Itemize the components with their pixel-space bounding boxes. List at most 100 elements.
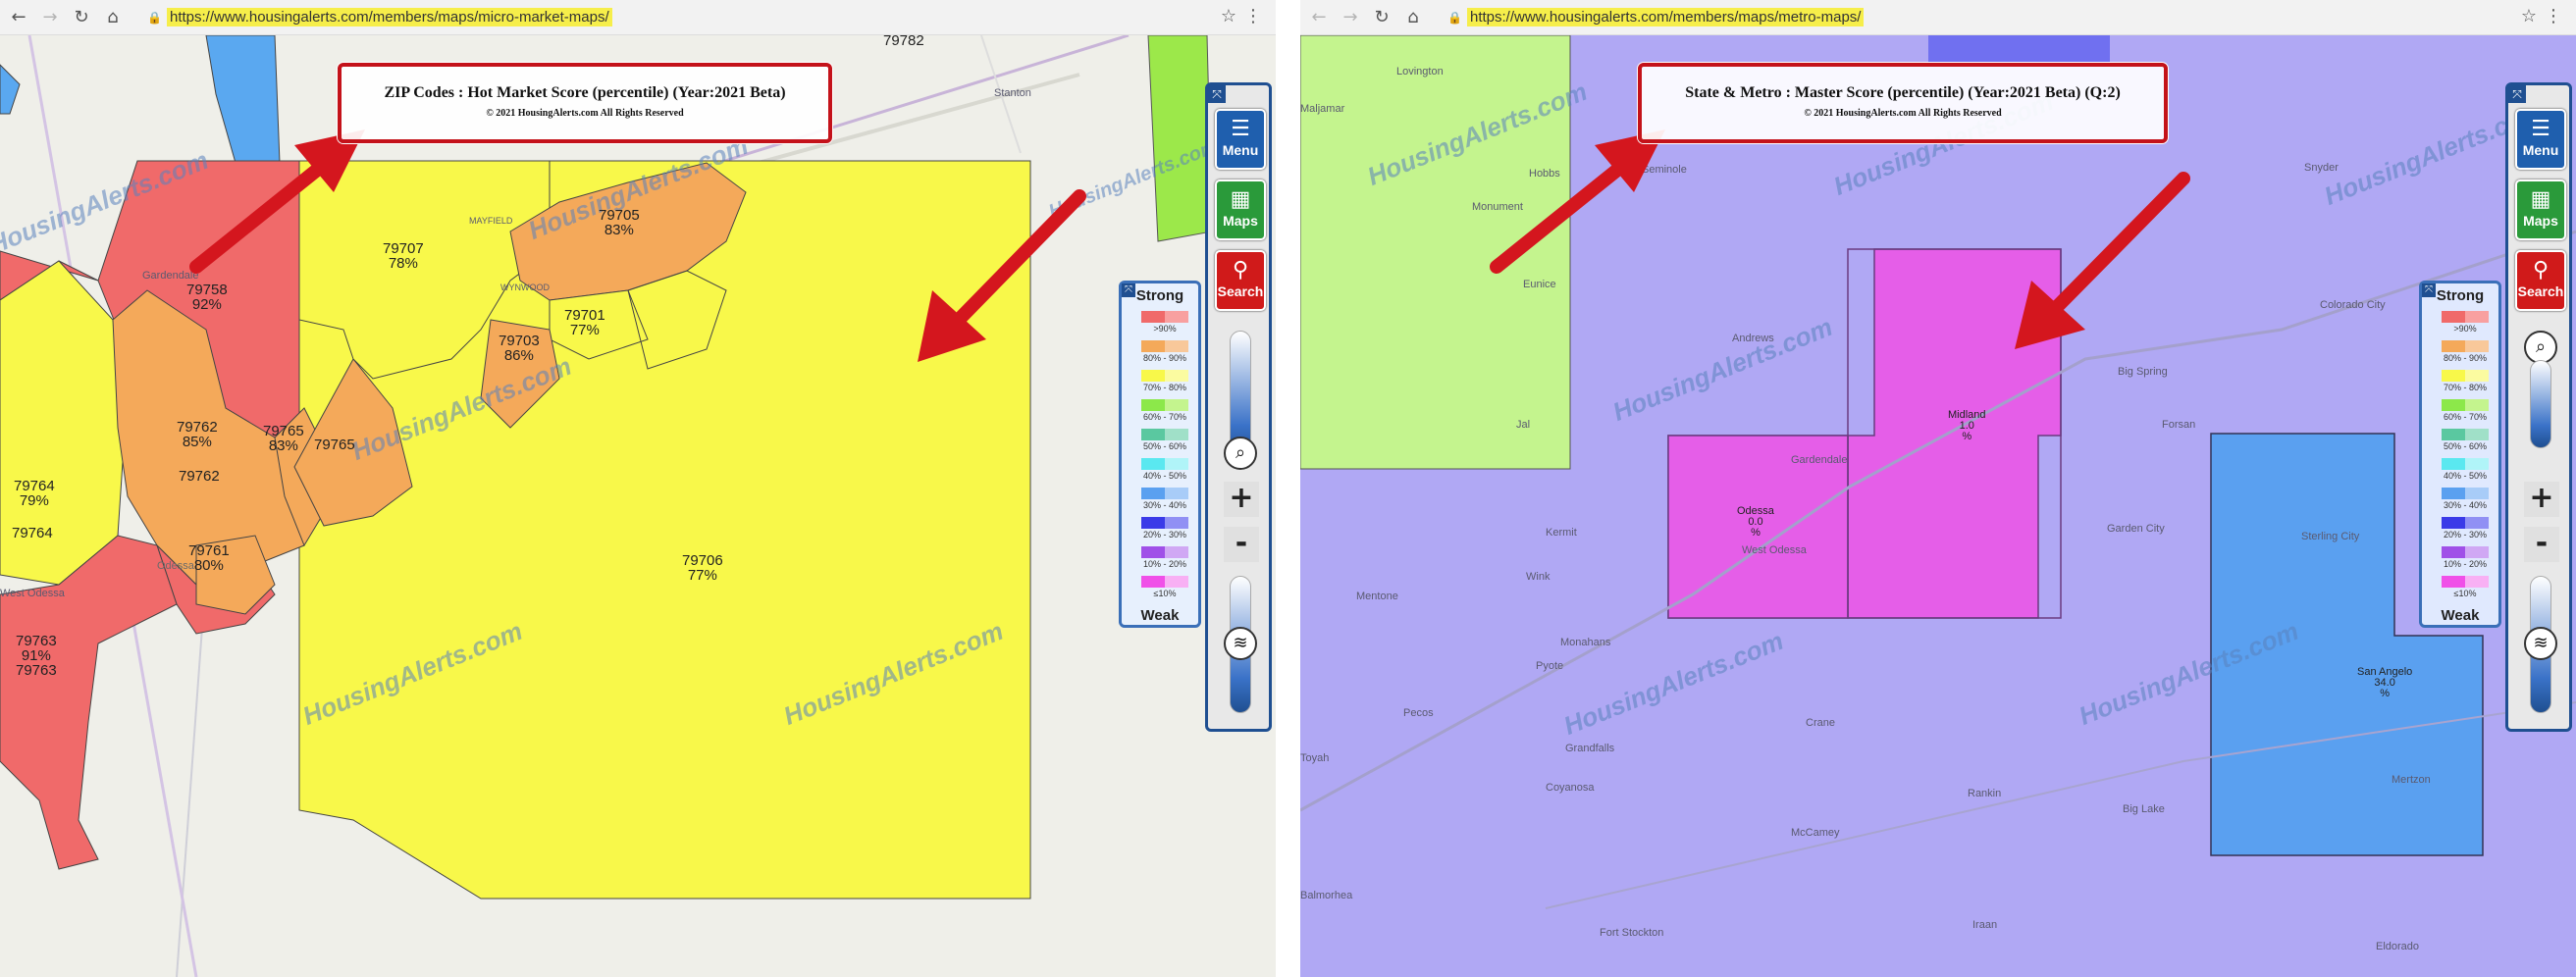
legend-row: 20% - 30% <box>2430 517 2489 544</box>
forward-arrow-icon[interactable]: → <box>39 7 61 28</box>
location-pin-icon: ⚲ <box>1232 258 1249 283</box>
zip-label[interactable]: 79706 77% <box>682 553 723 583</box>
place-label: Eldorado <box>2376 941 2420 952</box>
zip-label[interactable]: 79765 <box>314 437 355 452</box>
zoom-in-button[interactable]: + <box>2524 482 2559 517</box>
place-label: McCamey <box>1791 827 1840 839</box>
legend-row: 60% - 70% <box>2430 399 2489 427</box>
menu-button[interactable]: ☰ Menu <box>1215 109 1266 170</box>
zip-label[interactable]: 79758 92% <box>186 283 228 312</box>
legend-row: ≤10% <box>2430 576 2489 603</box>
zoom-out-button[interactable]: - <box>2524 527 2559 562</box>
zip-label[interactable]: 79762 85% <box>177 420 218 449</box>
place-label: Mentone <box>1356 591 1398 602</box>
maps-button[interactable]: ▦ Maps <box>1215 180 1266 240</box>
bookmark-star-icon[interactable]: ☆ <box>1221 6 1236 26</box>
kebab-menu-icon[interactable]: ⋮ <box>2545 6 2562 26</box>
map-title: ZIP Codes : Hot Market Score (percentile… <box>384 84 786 101</box>
legend-row: 10% - 20% <box>2430 546 2489 574</box>
place-label: West Odessa <box>1742 544 1807 556</box>
map-title: State & Metro : Master Score (percentile… <box>1685 84 2121 101</box>
zip-label[interactable]: 79705 83% <box>599 208 640 237</box>
zip-label[interactable]: 79763 91% 79763 <box>16 634 57 678</box>
left-browser-window: ← → ↻ ⌂ 🔒 https://www.housingalerts.com/m… <box>0 0 1276 977</box>
zoom-magnifier-icon[interactable]: ⌕ <box>1224 437 1257 470</box>
forward-arrow-icon[interactable]: → <box>1340 7 1361 28</box>
legend-panel: ⤧ Strong >90% 80% - 90% 70% - 80% 60% - … <box>2419 281 2501 628</box>
right-browser-window: ← → ↻ ⌂ 🔒 https://www.housingalerts.com/m… <box>1300 0 2576 977</box>
metro-label-odessa[interactable]: Odessa 0.0% <box>1737 506 1774 539</box>
layers-icon[interactable]: ≋ <box>1224 627 1257 660</box>
url-text: https://www.housingalerts.com/members/ma… <box>1467 8 1865 26</box>
maps-button[interactable]: ▦ Maps <box>2515 180 2566 240</box>
zip-map[interactable]: HousingAlerts.com HousingAlerts.com Hous… <box>0 33 1276 977</box>
metro-label-san-angelo[interactable]: San Angelo 34.0% <box>2357 667 2412 699</box>
place-label: Eunice <box>1523 279 1556 290</box>
map-copyright: © 2021 HousingAlerts.com All Rights Rese… <box>486 108 684 119</box>
place-label: Coyanosa <box>1546 782 1595 794</box>
place-label: Odessa <box>157 560 194 572</box>
reload-icon[interactable]: ↻ <box>71 7 92 28</box>
place-label: Forsan <box>2162 419 2196 431</box>
expand-icon[interactable]: ⤧ <box>2508 85 2526 103</box>
place-label: Grandfalls <box>1565 743 1615 754</box>
place-label: Monahans <box>1560 637 1611 648</box>
menu-button[interactable]: ☰ Menu <box>2515 109 2566 170</box>
place-label: Stanton <box>994 87 1031 99</box>
layers-icon[interactable]: ≋ <box>2524 627 2557 660</box>
zip-label[interactable]: 79703 86% <box>499 334 540 363</box>
bookmark-star-icon[interactable]: ☆ <box>2521 6 2537 26</box>
legend-row: 60% - 70% <box>1130 399 1188 427</box>
zip-label[interactable]: 79764 <box>12 526 53 540</box>
legend-top-label: Strong <box>2436 287 2485 304</box>
blue-zip-region <box>205 35 281 164</box>
legend-row: >90% <box>2430 311 2489 338</box>
legend-row: 50% - 60% <box>1130 429 1188 456</box>
home-icon[interactable]: ⌂ <box>1402 7 1424 28</box>
zip-label[interactable]: 79762 <box>179 469 220 484</box>
pane-gap <box>1276 0 1300 977</box>
zip-label[interactable]: 79764 79% <box>14 479 55 508</box>
place-label: Gardendale <box>142 270 199 282</box>
legend-bottom-label: Weak <box>2441 607 2480 624</box>
place-label: Hobbs <box>1529 168 1560 180</box>
back-arrow-icon[interactable]: ← <box>1308 7 1330 28</box>
map-toolbar: ⤧ ☰ Menu ▦ Maps ⚲ Search ⌕ + - ≋ <box>1205 82 1272 732</box>
place-label: Sterling City <box>2301 531 2360 542</box>
place-label: Monument <box>1472 201 1523 213</box>
zip-label[interactable]: 79765 83% <box>263 424 304 453</box>
metro-label-midland[interactable]: Midland 1.0% <box>1948 410 1986 442</box>
legend-row: 70% - 80% <box>2430 370 2489 397</box>
legend-row: 40% - 50% <box>2430 458 2489 486</box>
zip-label[interactable]: 79782 <box>883 33 924 48</box>
zoom-slider[interactable] <box>2530 360 2551 448</box>
address-bar[interactable]: 🔒 https://www.housingalerts.com/members/m… <box>147 6 612 29</box>
metro-map[interactable]: HousingAlerts.com HousingAlerts.com Hous… <box>1300 35 2576 977</box>
zoom-magnifier-icon[interactable]: ⌕ <box>2524 331 2557 364</box>
map-title-box: ZIP Codes : Hot Market Score (percentile… <box>338 63 832 143</box>
search-button[interactable]: ⚲ Search <box>2515 250 2566 311</box>
zip-label[interactable]: 79701 77% <box>564 308 605 337</box>
address-bar[interactable]: 🔒 https://www.housingalerts.com/members/m… <box>1447 6 1865 29</box>
home-icon[interactable]: ⌂ <box>102 7 124 28</box>
lock-icon: 🔒 <box>1447 11 1462 25</box>
legend-panel: ⤧ Strong >90% 80% - 90% 70% - 80% 60% - … <box>1119 281 1201 628</box>
place-label: Rankin <box>1968 788 2002 799</box>
legend-row: 40% - 50% <box>1130 458 1188 486</box>
place-label: Crane <box>1806 717 1835 729</box>
back-arrow-icon[interactable]: ← <box>8 7 29 28</box>
legend-row: 20% - 30% <box>1130 517 1188 544</box>
legend-row: 70% - 80% <box>1130 370 1188 397</box>
expand-icon[interactable]: ⤧ <box>1208 85 1226 103</box>
place-label: MAYFIELD <box>469 216 513 226</box>
zoom-in-button[interactable]: + <box>1224 482 1259 517</box>
map-toolbar: ⤧ ☰ Menu ▦ Maps ⚲ Search ⌕ + - ≋ <box>2505 82 2572 732</box>
place-label: Fort Stockton <box>1600 927 1664 939</box>
kebab-menu-icon[interactable]: ⋮ <box>1244 6 1262 26</box>
zoom-out-button[interactable]: - <box>1224 527 1259 562</box>
zip-label[interactable]: 79761 80% <box>188 543 230 573</box>
place-label: Snyder <box>2304 162 2339 174</box>
search-button[interactable]: ⚲ Search <box>1215 250 1266 311</box>
reload-icon[interactable]: ↻ <box>1371 7 1393 28</box>
zip-label[interactable]: 79707 78% <box>383 241 424 271</box>
